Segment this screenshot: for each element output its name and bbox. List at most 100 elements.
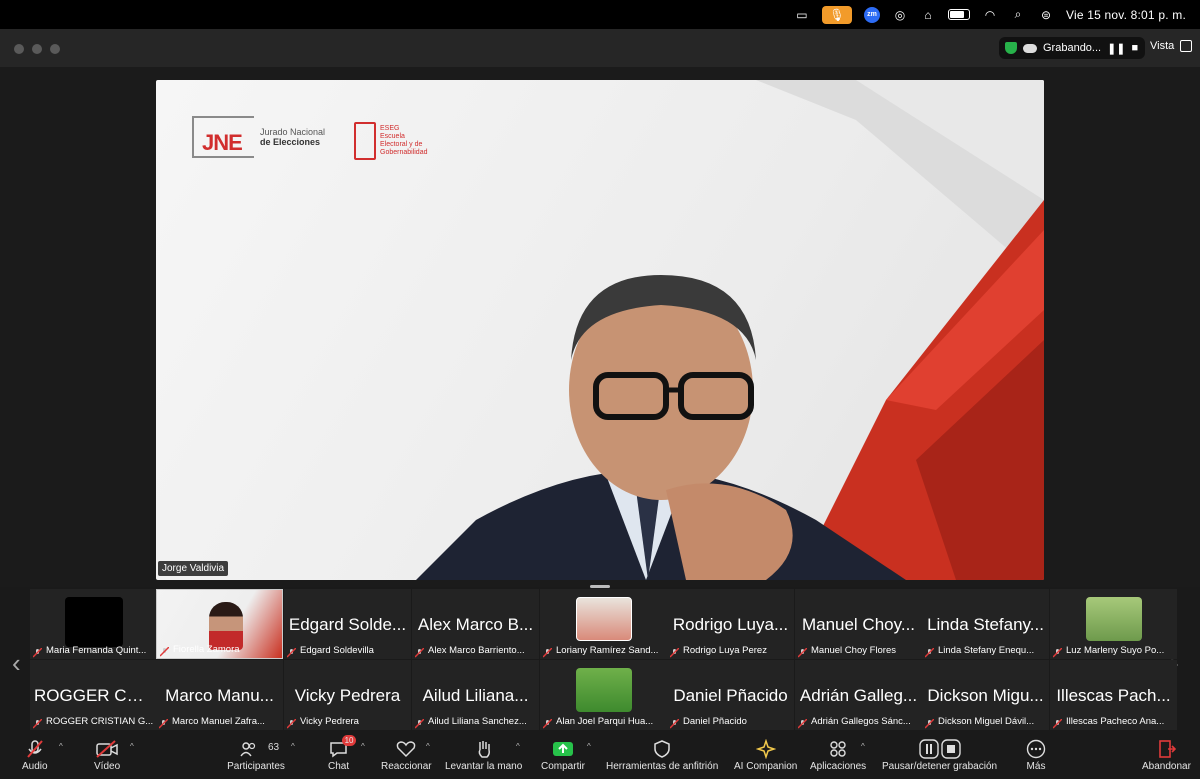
active-speaker-video[interactable]: JNE Jurado Nacional de Elecciones ESEG E… [156, 80, 1044, 580]
apps-icon [828, 737, 848, 761]
speaker-figure [416, 275, 906, 580]
audio-button[interactable]: Audio [22, 737, 48, 772]
zoom-menu-icon[interactable]: zm [863, 6, 880, 23]
participant-name-label: Fiorella Zamora [173, 644, 240, 655]
host-tools-button[interactable]: Herramientas de anfitrión [606, 737, 718, 772]
minimize-window-button[interactable] [32, 44, 42, 54]
participants-button[interactable]: 63 Participantes [226, 737, 286, 772]
participant-tile[interactable]: Maria Fernanda Quint... [30, 589, 157, 659]
participant-name-label: Illescas Pacheco Ana... [1066, 716, 1165, 727]
audio-label: Audio [22, 761, 48, 772]
participant-tile[interactable]: Daniel Pñacido Daniel Pñacido [667, 660, 794, 730]
raise-hand-button[interactable]: Levantar la mano [445, 737, 522, 772]
raise-hand-options-caret-icon[interactable]: ^ [516, 742, 520, 751]
participant-tile[interactable]: Luz Marleny Suyo Po... [1050, 589, 1177, 659]
video-off-icon [95, 737, 119, 761]
search-icon[interactable]: ⌕ [1010, 7, 1026, 22]
remote-desktop-icon[interactable]: ⌂ [920, 8, 936, 22]
participant-tile[interactable]: Linda Stefany... Linda Stefany Enequ... [922, 589, 1049, 659]
participant-display-name: Manuel Choy... [801, 615, 916, 634]
audio-options-caret-icon[interactable]: ^ [59, 742, 63, 751]
react-label: Reaccionar [381, 761, 432, 772]
participant-tile[interactable]: Dickson Migu... Dickson Miguel Dávil... [922, 660, 1049, 730]
raise-hand-label: Levantar la mano [445, 761, 523, 772]
participant-tile[interactable]: Marco Manu... Marco Manuel Zafra... [156, 660, 283, 730]
recording-controls-button[interactable]: Pausar/detener grabación [882, 737, 997, 772]
apps-options-caret-icon[interactable]: ^ [861, 742, 865, 751]
participant-display-name: Vicky Pedrera [294, 686, 401, 705]
recording-indicator[interactable]: Grabando... ❚❚ ■ [999, 37, 1145, 59]
participant-name-label: Loriany Ramírez Sand... [556, 645, 659, 656]
share-options-caret-icon[interactable]: ^ [587, 742, 591, 751]
recording-controls-label: Pausar/detener grabación [882, 761, 998, 772]
muted-microphone-icon [24, 737, 46, 761]
microphone-in-use-icon[interactable]: 🎙 [821, 5, 852, 24]
participant-name-label: Vicky Pedrera [300, 716, 359, 727]
stop-recording-icon[interactable]: ■ [1132, 42, 1139, 54]
participant-name-label: Alex Marco Barriento... [428, 645, 525, 656]
participant-display-name: Adrián Galleg... [799, 686, 918, 705]
wifi-icon[interactable]: ◠ [982, 8, 998, 22]
prev-page-arrow-icon[interactable]: ‹ [12, 648, 21, 679]
chat-button[interactable]: 10 Chat [328, 735, 357, 772]
participant-tile[interactable]: Fiorella Zamora [156, 589, 283, 659]
participant-display-name: Alex Marco B... [417, 615, 534, 634]
more-button[interactable]: Más [1026, 737, 1046, 772]
participant-tile[interactable]: Ailud Liliana... Ailud Liliana Sanchez... [412, 660, 539, 730]
video-button[interactable]: Vídeo [94, 737, 120, 772]
close-window-button[interactable] [14, 44, 24, 54]
window-controls [14, 44, 60, 54]
jne-logo-mark: JNE [192, 116, 254, 158]
participant-name-label: Luz Marleny Suyo Po... [1066, 645, 1165, 656]
chat-label: Chat [328, 761, 350, 772]
eseg-line4: Gobernabilidad [380, 149, 428, 156]
apps-label: Aplicaciones [810, 761, 867, 772]
share-button[interactable]: Compartir [541, 737, 585, 772]
heart-icon [396, 737, 416, 761]
participant-tile[interactable]: Illescas Pach... Illescas Pacheco Ana... [1050, 660, 1177, 730]
participant-tile[interactable]: Vicky Pedrera Vicky Pedrera [284, 660, 411, 730]
participant-tile[interactable]: Adrián Galleg... Adrián Gallegos Sánc... [795, 660, 922, 730]
participant-avatar [575, 668, 632, 712]
chat-options-caret-icon[interactable]: ^ [361, 742, 365, 751]
zoom-window-button[interactable] [50, 44, 60, 54]
apps-button[interactable]: Aplicaciones [810, 737, 866, 772]
leave-button[interactable]: Abandonar [1142, 737, 1191, 772]
video-options-caret-icon[interactable]: ^ [130, 742, 134, 751]
participant-tile[interactable]: Edgard Solde... Edgard Soldevilla [284, 589, 411, 659]
participants-options-caret-icon[interactable]: ^ [291, 742, 295, 751]
control-center-icon[interactable]: ⊜ [1038, 8, 1054, 22]
jne-logo: JNE Jurado Nacional de Elecciones [192, 116, 325, 158]
battery-icon[interactable] [947, 9, 970, 20]
participant-avatar [575, 597, 632, 641]
speaker-name-tag: Jorge Valdivia [158, 561, 229, 576]
ai-companion-label: AI Companion [734, 761, 798, 772]
participant-display-name: Rodrigo Luya... [672, 615, 789, 634]
react-options-caret-icon[interactable]: ^ [426, 742, 430, 751]
screen-mirror-icon[interactable]: ▭ [794, 8, 810, 22]
book-icon [354, 122, 376, 160]
menu-clock[interactable]: Vie 15 nov. 8:01 p. m. [1066, 8, 1186, 22]
view-label: Vista [1150, 40, 1175, 52]
react-button[interactable]: Reaccionar [381, 737, 432, 772]
participant-display-name: Illescas Pach... [1056, 686, 1171, 705]
participant-name-label: Daniel Pñacido [683, 716, 747, 727]
hand-icon [475, 737, 493, 761]
participant-display-name: Daniel Pñacido [673, 686, 788, 705]
participant-tile[interactable]: Loriany Ramírez Sand... [540, 589, 667, 659]
participant-tile[interactable]: Manuel Choy... Manuel Choy Flores [795, 589, 922, 659]
participant-tile[interactable]: Alex Marco B... Alex Marco Barriento... [412, 589, 539, 659]
recording-label: Grabando... [1043, 42, 1102, 54]
participant-tile[interactable]: ROGGER CRI... ROGGER CRISTIAN G... [30, 660, 157, 730]
pause-recording-icon[interactable]: ❚❚ [1107, 42, 1125, 55]
vpn-icon[interactable]: ◎ [892, 8, 908, 22]
ai-companion-button[interactable]: AI Companion [734, 737, 797, 772]
share-screen-icon [552, 737, 574, 761]
resize-handle[interactable] [590, 585, 610, 588]
share-label: Compartir [541, 761, 585, 772]
view-button[interactable]: Vista [1150, 40, 1193, 52]
participant-tile[interactable]: Alan Joel Parqui Hua... [540, 660, 667, 730]
participant-tile[interactable]: Rodrigo Luya... Rodrigo Luya Perez [667, 589, 794, 659]
more-label: Más [1026, 761, 1046, 772]
participant-display-name: Marco Manu... [165, 686, 274, 705]
